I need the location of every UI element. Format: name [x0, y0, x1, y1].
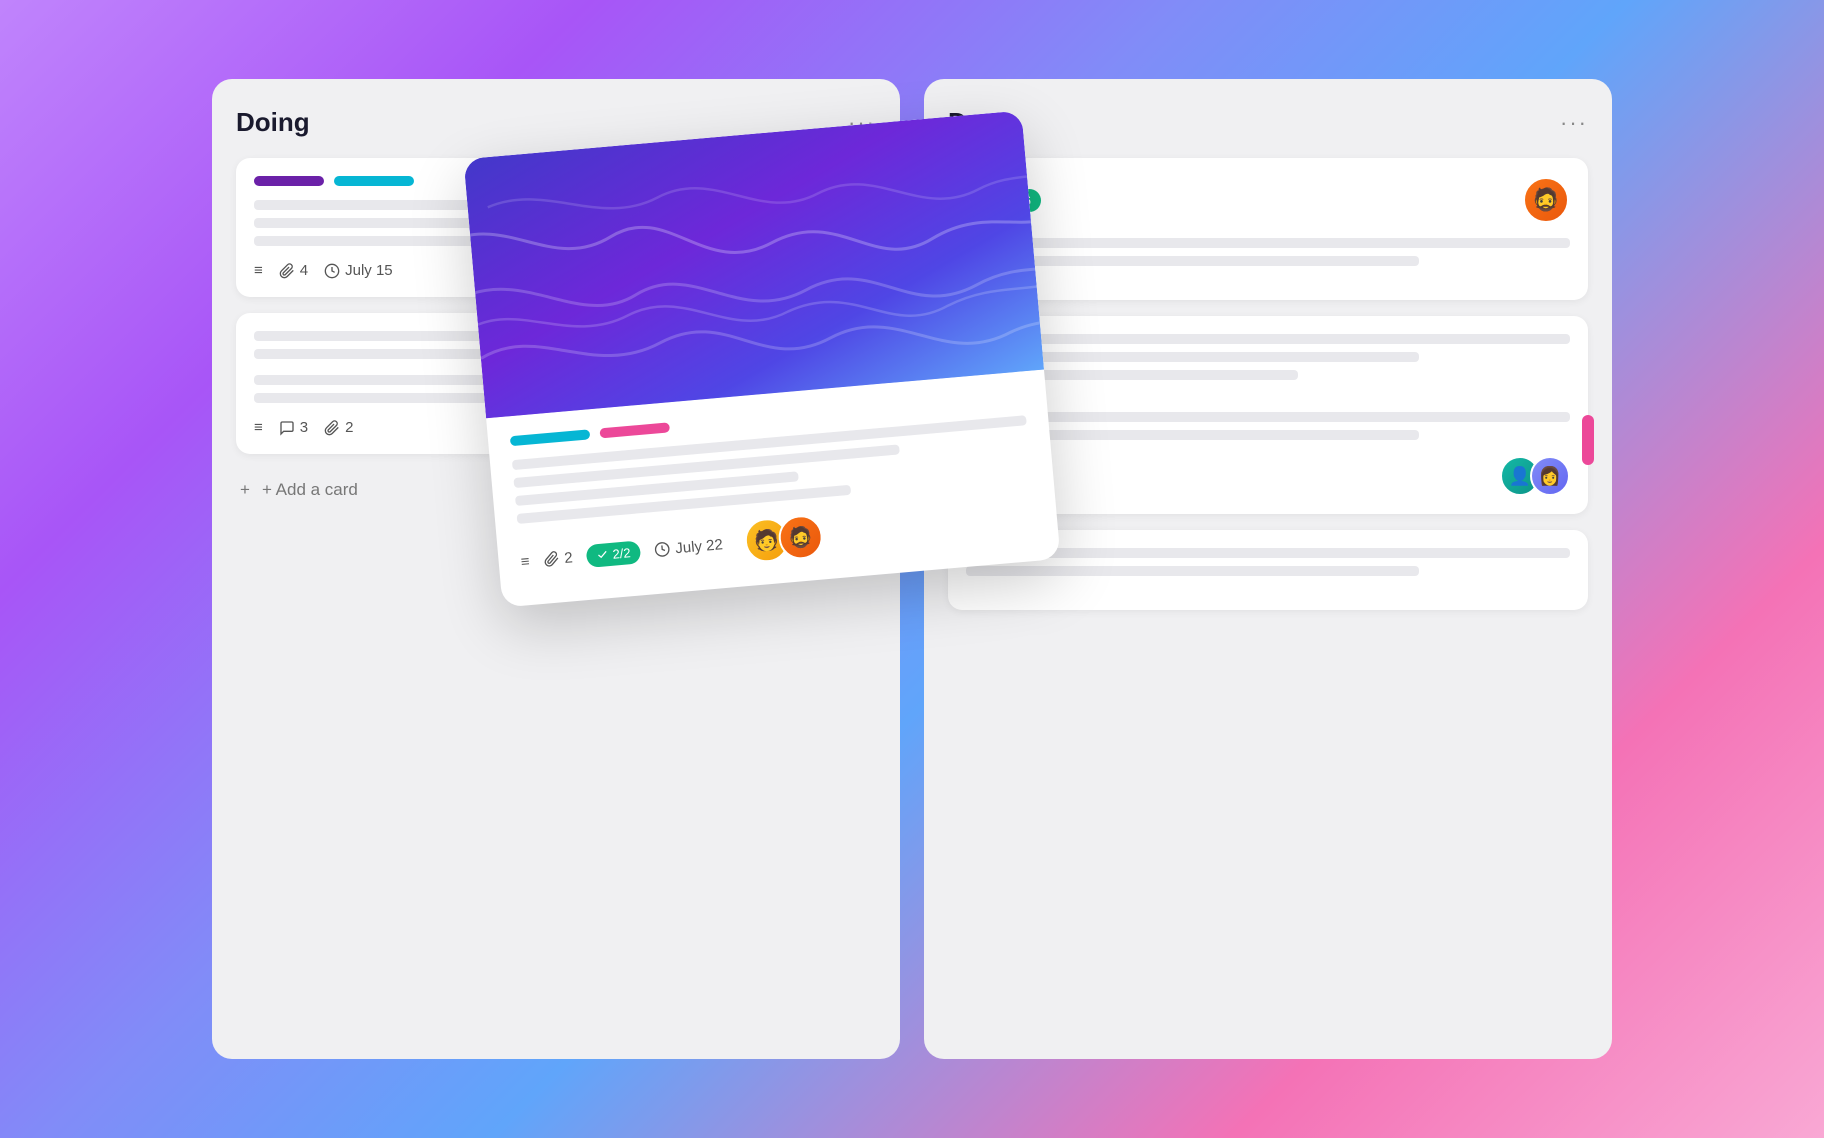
tag-purple	[254, 176, 324, 186]
due-date-float: July 22	[654, 536, 724, 559]
desc-icon-float: ≡	[520, 553, 530, 571]
description-icon: ≡	[254, 262, 263, 279]
paperclip-icon	[279, 263, 295, 279]
pink-pill	[1582, 415, 1594, 465]
attach-info-float: 2	[543, 549, 574, 568]
checklist-badge-float: 2/2	[586, 540, 642, 568]
paperclip-icon2	[324, 420, 340, 436]
done-card1-lines	[966, 238, 1570, 266]
attachment-info2: 2	[324, 419, 353, 436]
line	[966, 334, 1570, 344]
done-card2-avatars: 👤 👩	[1500, 456, 1570, 496]
done-card2-footer: ≡ 6/6 👤 👩	[966, 456, 1570, 496]
attachment-info: 4	[279, 262, 308, 279]
done-card1-header: Jun 16 🧔	[966, 176, 1570, 224]
description-icon2: ≡	[254, 419, 263, 436]
column-done-header: Done ···	[948, 107, 1588, 138]
comment-icon	[279, 420, 295, 436]
clock-icon	[324, 263, 340, 279]
done-card2-lines2	[966, 412, 1570, 440]
line	[966, 412, 1570, 422]
floating-card-image	[463, 110, 1044, 418]
due-date-doing-card1: July 15	[324, 262, 393, 279]
column-done-menu[interactable]: ···	[1560, 110, 1588, 136]
tag-cyan	[334, 176, 414, 186]
tag-pink-float	[599, 422, 670, 438]
clock-icon-float	[654, 541, 671, 558]
checkbox-icon-float	[596, 548, 609, 561]
floating-card[interactable]: ≡ 2 2/2 July 22 🧑 🧔	[463, 110, 1060, 607]
comment-info: 3	[279, 419, 308, 436]
kanban-scene: Doing ··· ≡ 4	[212, 79, 1612, 1059]
column-doing-title: Doing	[236, 107, 310, 138]
avatar-orange: 🧔	[1522, 176, 1570, 224]
paperclip-icon-float	[543, 550, 560, 567]
done-card2-lines	[966, 334, 1570, 380]
abstract-art-svg	[463, 110, 1044, 418]
done-card3-lines	[966, 548, 1570, 576]
tag-cyan-float	[510, 429, 591, 446]
floating-card-avatars: 🧑 🧔	[743, 513, 825, 564]
avatar-blue: 👩	[1530, 456, 1570, 496]
line	[966, 238, 1570, 248]
line	[966, 566, 1419, 576]
plus-icon: +	[240, 480, 250, 500]
done-card-1[interactable]: Jun 16 🧔	[948, 158, 1588, 300]
